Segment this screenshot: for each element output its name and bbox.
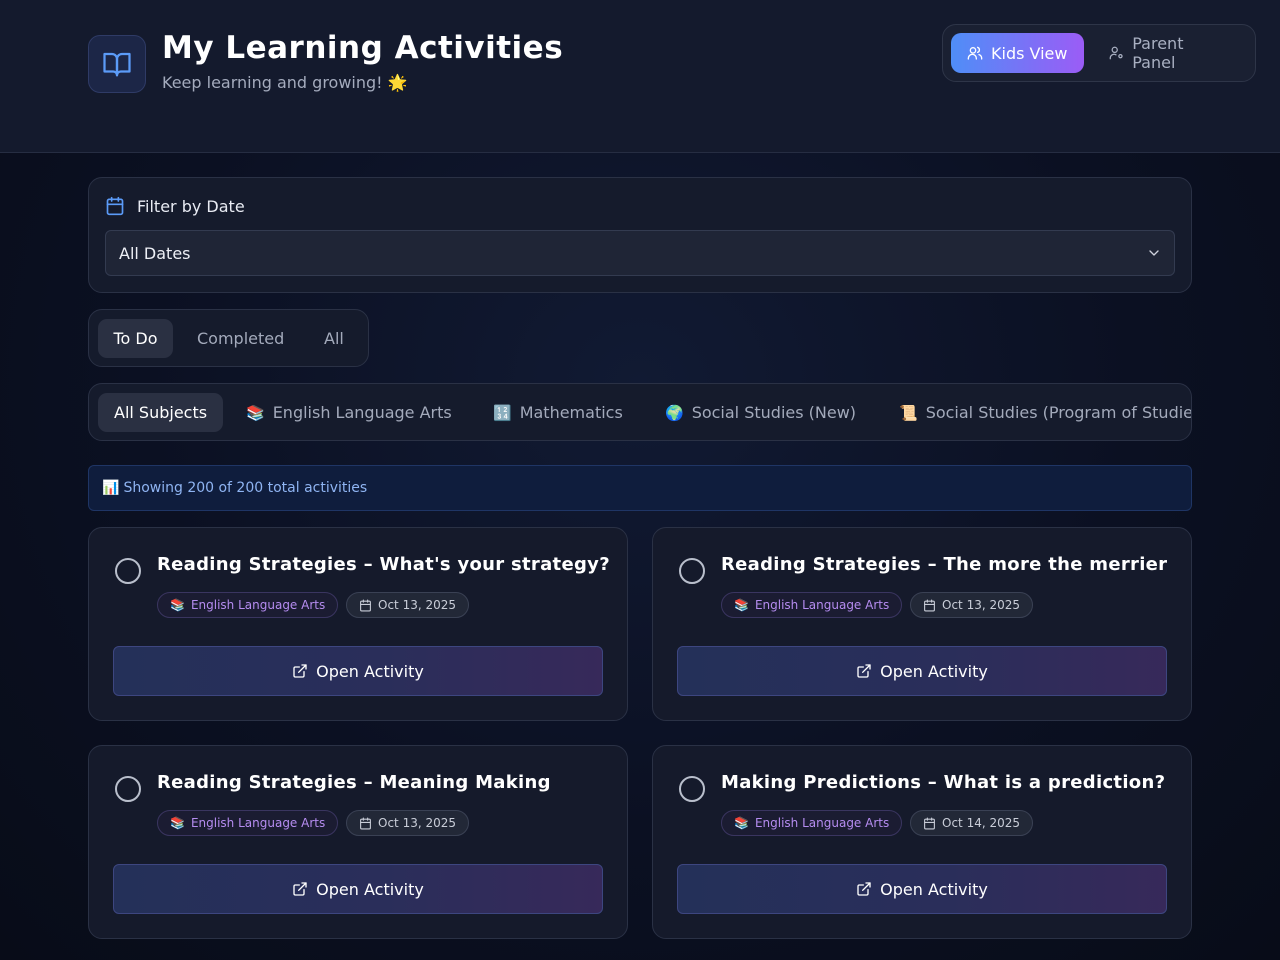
subject-tab-mathematics[interactable]: 🔢 Mathematics xyxy=(493,393,623,432)
external-link-icon xyxy=(857,882,871,896)
books-icon: 📚 xyxy=(170,816,185,830)
external-link-icon xyxy=(293,664,307,678)
open-activity-label: Open Activity xyxy=(316,661,424,681)
subject-tag: 📚 English Language Arts xyxy=(157,810,339,836)
subject-tab-label: Social Studies (New) xyxy=(691,403,857,422)
books-icon: 📚 xyxy=(170,598,185,612)
filter-label: Filter by Date xyxy=(137,196,245,216)
filter-label-row: Filter by Date xyxy=(105,196,245,216)
activity-card: Making Predictions – What is a predictio… xyxy=(652,745,1192,939)
calendar-icon xyxy=(106,196,124,216)
calendar-icon xyxy=(924,599,935,611)
view-switch: Kids View Parent Panel xyxy=(942,24,1256,82)
date-tag-label: Oct 14, 2025 xyxy=(942,816,1020,830)
activity-title: Reading Strategies – What's your strateg… xyxy=(157,554,610,575)
open-activity-label: Open Activity xyxy=(316,879,424,899)
external-link-icon xyxy=(857,664,871,678)
date-tag: Oct 14, 2025 xyxy=(910,810,1033,836)
calendar-icon xyxy=(360,599,371,611)
date-select-value: All Dates xyxy=(119,243,191,263)
logo xyxy=(88,35,146,93)
activity-count-text: Showing 200 of 200 total activities xyxy=(123,480,368,496)
activity-title: Reading Strategies – The more the merrie… xyxy=(721,554,1168,575)
complete-checkbox[interactable] xyxy=(115,776,141,802)
activity-card: Reading Strategies – What's your strateg… xyxy=(88,527,628,721)
open-activity-button[interactable]: Open Activity xyxy=(677,646,1167,696)
chevron-down-icon xyxy=(1149,250,1159,256)
subject-tag: 📚 English Language Arts xyxy=(157,592,339,618)
activity-title: Making Predictions – What is a predictio… xyxy=(721,772,1166,793)
open-activity-label: Open Activity xyxy=(880,879,988,899)
tab-completed[interactable]: Completed xyxy=(197,319,284,358)
calendar-icon xyxy=(360,817,371,829)
activity-title: Reading Strategies – Meaning Making xyxy=(157,772,551,793)
date-tag: Oct 13, 2025 xyxy=(910,592,1033,618)
app-header: My Learning Activities Keep learning and… xyxy=(0,0,1280,153)
date-tag: Oct 13, 2025 xyxy=(346,810,469,836)
subject-tab-label: All Subjects xyxy=(114,403,208,422)
subject-tab-label: Mathematics xyxy=(519,403,623,422)
tab-all[interactable]: All xyxy=(324,319,344,358)
open-activity-button[interactable]: Open Activity xyxy=(113,646,603,696)
subject-tabs: All Subjects 📚 English Language Arts 🔢 M… xyxy=(88,383,1192,441)
open-activity-label: Open Activity xyxy=(880,661,988,681)
book-open-icon xyxy=(103,52,131,77)
date-filter-card: Filter by Date All Dates xyxy=(88,177,1192,293)
page-subtitle: Keep learning and growing! 🌟 xyxy=(162,73,408,92)
date-tag: Oct 13, 2025 xyxy=(346,592,469,618)
subject-tab-english[interactable]: 📚 English Language Arts xyxy=(246,393,452,432)
date-tag-label: Oct 13, 2025 xyxy=(378,816,456,830)
tab-to-do[interactable]: To Do xyxy=(98,319,173,358)
subject-tag-label: English Language Arts xyxy=(190,598,326,612)
user-cog-icon xyxy=(1109,46,1123,60)
page-title: My Learning Activities xyxy=(162,30,564,66)
numbers-icon: 🔢 xyxy=(493,403,512,422)
complete-checkbox[interactable] xyxy=(115,558,141,584)
date-tag-label: Oct 13, 2025 xyxy=(378,598,456,612)
activity-card: Reading Strategies – Meaning Making 📚 En… xyxy=(88,745,628,939)
external-link-icon xyxy=(293,882,307,896)
books-icon: 📚 xyxy=(734,598,749,612)
kids-view-button[interactable]: Kids View xyxy=(951,33,1084,73)
activity-card: Reading Strategies – The more the merrie… xyxy=(652,527,1192,721)
open-activity-button[interactable]: Open Activity xyxy=(677,864,1167,914)
subject-tab-all[interactable]: All Subjects xyxy=(98,393,224,432)
activity-count-banner: 📊 Showing 200 of 200 total activities xyxy=(88,465,1192,511)
subject-tab-label: Social Studies (Program of Studies) xyxy=(925,403,1192,422)
parent-panel-button[interactable]: Parent Panel xyxy=(1093,33,1243,73)
status-tabs: To Do Completed All xyxy=(88,309,369,367)
subject-tab-social-studies-program[interactable]: 📜 Social Studies (Program of Studies) xyxy=(899,393,1192,432)
users-icon xyxy=(967,46,983,60)
subject-tag-label: English Language Arts xyxy=(754,816,890,830)
parent-panel-label: Parent Panel xyxy=(1132,34,1184,72)
globe-icon: 🌍 xyxy=(665,403,684,422)
date-select[interactable]: All Dates xyxy=(105,230,1175,276)
bar-chart-icon: 📊 xyxy=(102,480,120,496)
books-icon: 📚 xyxy=(246,403,265,422)
calendar-icon xyxy=(924,817,935,829)
subject-tag-label: English Language Arts xyxy=(754,598,890,612)
subject-tag-label: English Language Arts xyxy=(190,816,326,830)
scroll-icon: 📜 xyxy=(899,403,918,422)
open-activity-button[interactable]: Open Activity xyxy=(113,864,603,914)
complete-checkbox[interactable] xyxy=(679,776,705,802)
kids-view-label: Kids View xyxy=(991,43,1068,63)
date-tag-label: Oct 13, 2025 xyxy=(942,598,1020,612)
subject-tab-label: English Language Arts xyxy=(272,403,452,422)
books-icon: 📚 xyxy=(734,816,749,830)
subject-tag: 📚 English Language Arts xyxy=(721,592,903,618)
subject-tag: 📚 English Language Arts xyxy=(721,810,903,836)
subject-tab-social-studies-new[interactable]: 🌍 Social Studies (New) xyxy=(665,393,856,432)
complete-checkbox[interactable] xyxy=(679,558,705,584)
